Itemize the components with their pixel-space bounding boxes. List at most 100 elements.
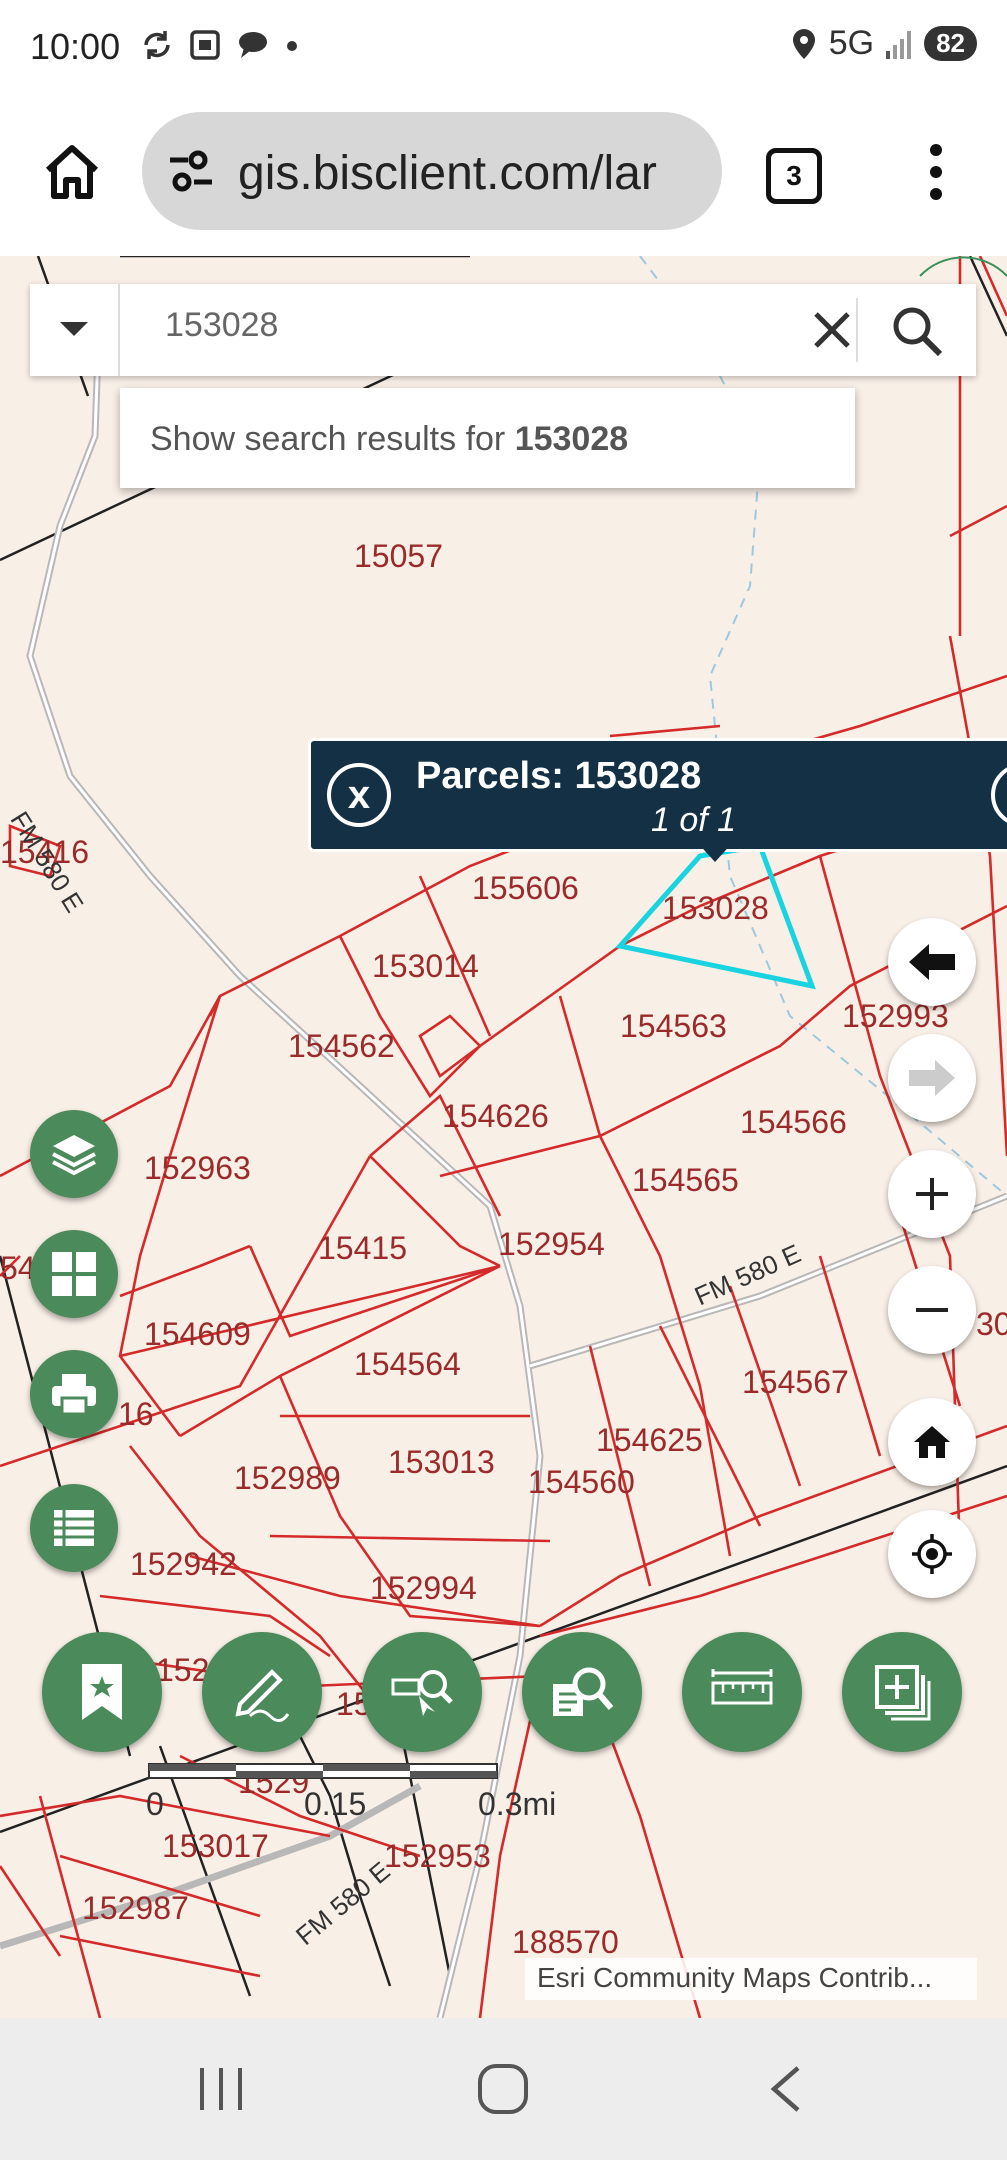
tab-switcher-button[interactable]: 3 [766, 148, 822, 204]
search-source-dropdown[interactable] [30, 284, 120, 376]
status-time: 10:00 [30, 26, 121, 67]
popup-feature-count: 1 of 1 [651, 801, 737, 839]
back-nav-icon[interactable] [766, 2064, 806, 2114]
previous-extent-button[interactable] [888, 918, 976, 1006]
recent-apps-icon[interactable] [196, 2064, 246, 2114]
site-settings-icon[interactable] [166, 148, 216, 194]
back-arrow-icon [909, 944, 955, 980]
locate-button[interactable] [888, 1510, 976, 1598]
search-bar: 153028 [30, 284, 976, 376]
add-data-button[interactable] [842, 1632, 962, 1752]
print-icon [52, 1374, 96, 1416]
zoom-in-icon [916, 1178, 948, 1210]
suggestion-text: Show search results for 153028 [150, 420, 628, 459]
zoom-in-button[interactable] [888, 1150, 976, 1238]
select-tool-button[interactable] [362, 1632, 482, 1752]
parcel-label[interactable]: 155606 [472, 870, 579, 907]
status-right: 5G 82 [789, 24, 977, 63]
popup-close-button[interactable]: x [327, 763, 391, 827]
more-menu-icon[interactable] [916, 140, 956, 204]
measure-button[interactable] [682, 1632, 802, 1752]
scale-label: 0.15 [304, 1786, 367, 1822]
parcel-label[interactable]: 154626 [442, 1098, 549, 1135]
zoom-out-icon [916, 1308, 948, 1312]
home-extent-button[interactable] [888, 1398, 976, 1486]
popup-title: Parcels: 153028 [416, 755, 702, 797]
search-divider [856, 298, 858, 362]
chat-icon [239, 32, 267, 58]
select-search-icon [391, 1670, 453, 1716]
search-icon[interactable] [882, 296, 952, 364]
status-bar: 10:00 5G 82 [0, 0, 1007, 100]
parcel-label[interactable]: 15057 [354, 538, 443, 575]
parcel-label[interactable]: 152942 [130, 1546, 237, 1583]
table-list-icon [54, 1510, 94, 1546]
attribution-text: Esri Community Maps Contrib... [537, 1962, 933, 1993]
home-icon [914, 1426, 950, 1458]
parcel-label[interactable]: 152 [156, 1652, 209, 1689]
next-extent-button[interactable] [888, 1034, 976, 1122]
parcel-label[interactable]: 154609 [144, 1316, 251, 1353]
parcel-label[interactable]: 154567 [742, 1364, 849, 1401]
map-view[interactable]: 15057 15416 155606 153028 153014 154563 … [0, 256, 1007, 2018]
scale-label: 0 [146, 1786, 164, 1822]
bookmarks-button[interactable] [42, 1632, 162, 1752]
search-input[interactable]: 153028 [165, 306, 278, 345]
map-attribution[interactable]: Esri Community Maps Contrib... [525, 1958, 977, 2000]
popup-next-button[interactable] [991, 763, 1007, 827]
add-data-icon [875, 1665, 931, 1721]
browser-toolbar: gis.bisclient.com/lar 3 [0, 100, 1007, 257]
parcel-label[interactable]: 154562 [288, 1028, 395, 1065]
parcel-label[interactable]: 152953 [384, 1838, 491, 1875]
parcel-label[interactable]: 15415 [318, 1230, 407, 1267]
forward-arrow-icon [909, 1060, 955, 1096]
parcel-label[interactable]: 154565 [632, 1162, 739, 1199]
parcel-label[interactable]: 153013 [388, 1444, 495, 1481]
layers-icon [52, 1135, 96, 1176]
address-bar[interactable]: gis.bisclient.com/lar [142, 112, 722, 230]
layers-button[interactable] [30, 1110, 118, 1198]
suggestion-term: 153028 [514, 420, 629, 458]
parcel-label[interactable]: 30 [976, 1306, 1007, 1343]
caret-down-icon [60, 322, 88, 336]
parcel-label[interactable]: 153017 [162, 1828, 269, 1865]
search-suggestion[interactable]: Show search results for 153028 [120, 388, 855, 488]
status-notification-icons [140, 28, 300, 62]
parcel-label[interactable]: 154560 [528, 1464, 635, 1501]
parcel-label[interactable]: 152963 [144, 1150, 251, 1187]
measure-icon [711, 1669, 773, 1705]
network-type: 5G [828, 24, 875, 62]
home-nav-icon[interactable] [476, 2062, 530, 2116]
query-button[interactable] [522, 1632, 642, 1752]
suggestion-prefix: Show search results for [150, 420, 515, 458]
parcel-popup: x Parcels: 153028 1 of 1 [308, 738, 1007, 852]
draw-button[interactable] [202, 1632, 322, 1752]
parcel-label[interactable]: 153014 [372, 948, 479, 985]
parcel-label[interactable]: 152989 [234, 1460, 341, 1497]
clear-search-icon[interactable] [800, 296, 864, 364]
basemap-grid-icon [52, 1252, 96, 1296]
system-navigation-bar [0, 2018, 1007, 2160]
parcel-lines [0, 256, 1007, 2018]
parcel-label[interactable]: 153028 [662, 890, 769, 927]
parcel-label[interactable]: 188570 [512, 1924, 619, 1961]
basemap-button[interactable] [30, 1230, 118, 1318]
parcel-label[interactable]: 152954 [498, 1226, 605, 1263]
parcel-label[interactable]: 154566 [740, 1104, 847, 1141]
print-button[interactable] [30, 1350, 118, 1438]
zoom-out-button[interactable] [888, 1266, 976, 1354]
parcel-label[interactable]: 152987 [82, 1890, 189, 1927]
scale-label: 0.3mi [478, 1786, 557, 1822]
parcel-label[interactable]: 152994 [370, 1570, 477, 1607]
parcel-label[interactable]: 154625 [596, 1422, 703, 1459]
location-icon [792, 28, 815, 59]
parcel-label[interactable]: 154563 [620, 1008, 727, 1045]
scale-bar [148, 1763, 498, 1779]
attribute-table-button[interactable] [30, 1484, 118, 1572]
parcel-label[interactable]: 16 [118, 1396, 154, 1433]
home-button[interactable] [40, 140, 104, 204]
signal-icon [886, 30, 912, 59]
sync-icon [144, 31, 170, 59]
parcel-label[interactable]: 154564 [354, 1346, 461, 1383]
battery-level: 82 [924, 26, 977, 61]
